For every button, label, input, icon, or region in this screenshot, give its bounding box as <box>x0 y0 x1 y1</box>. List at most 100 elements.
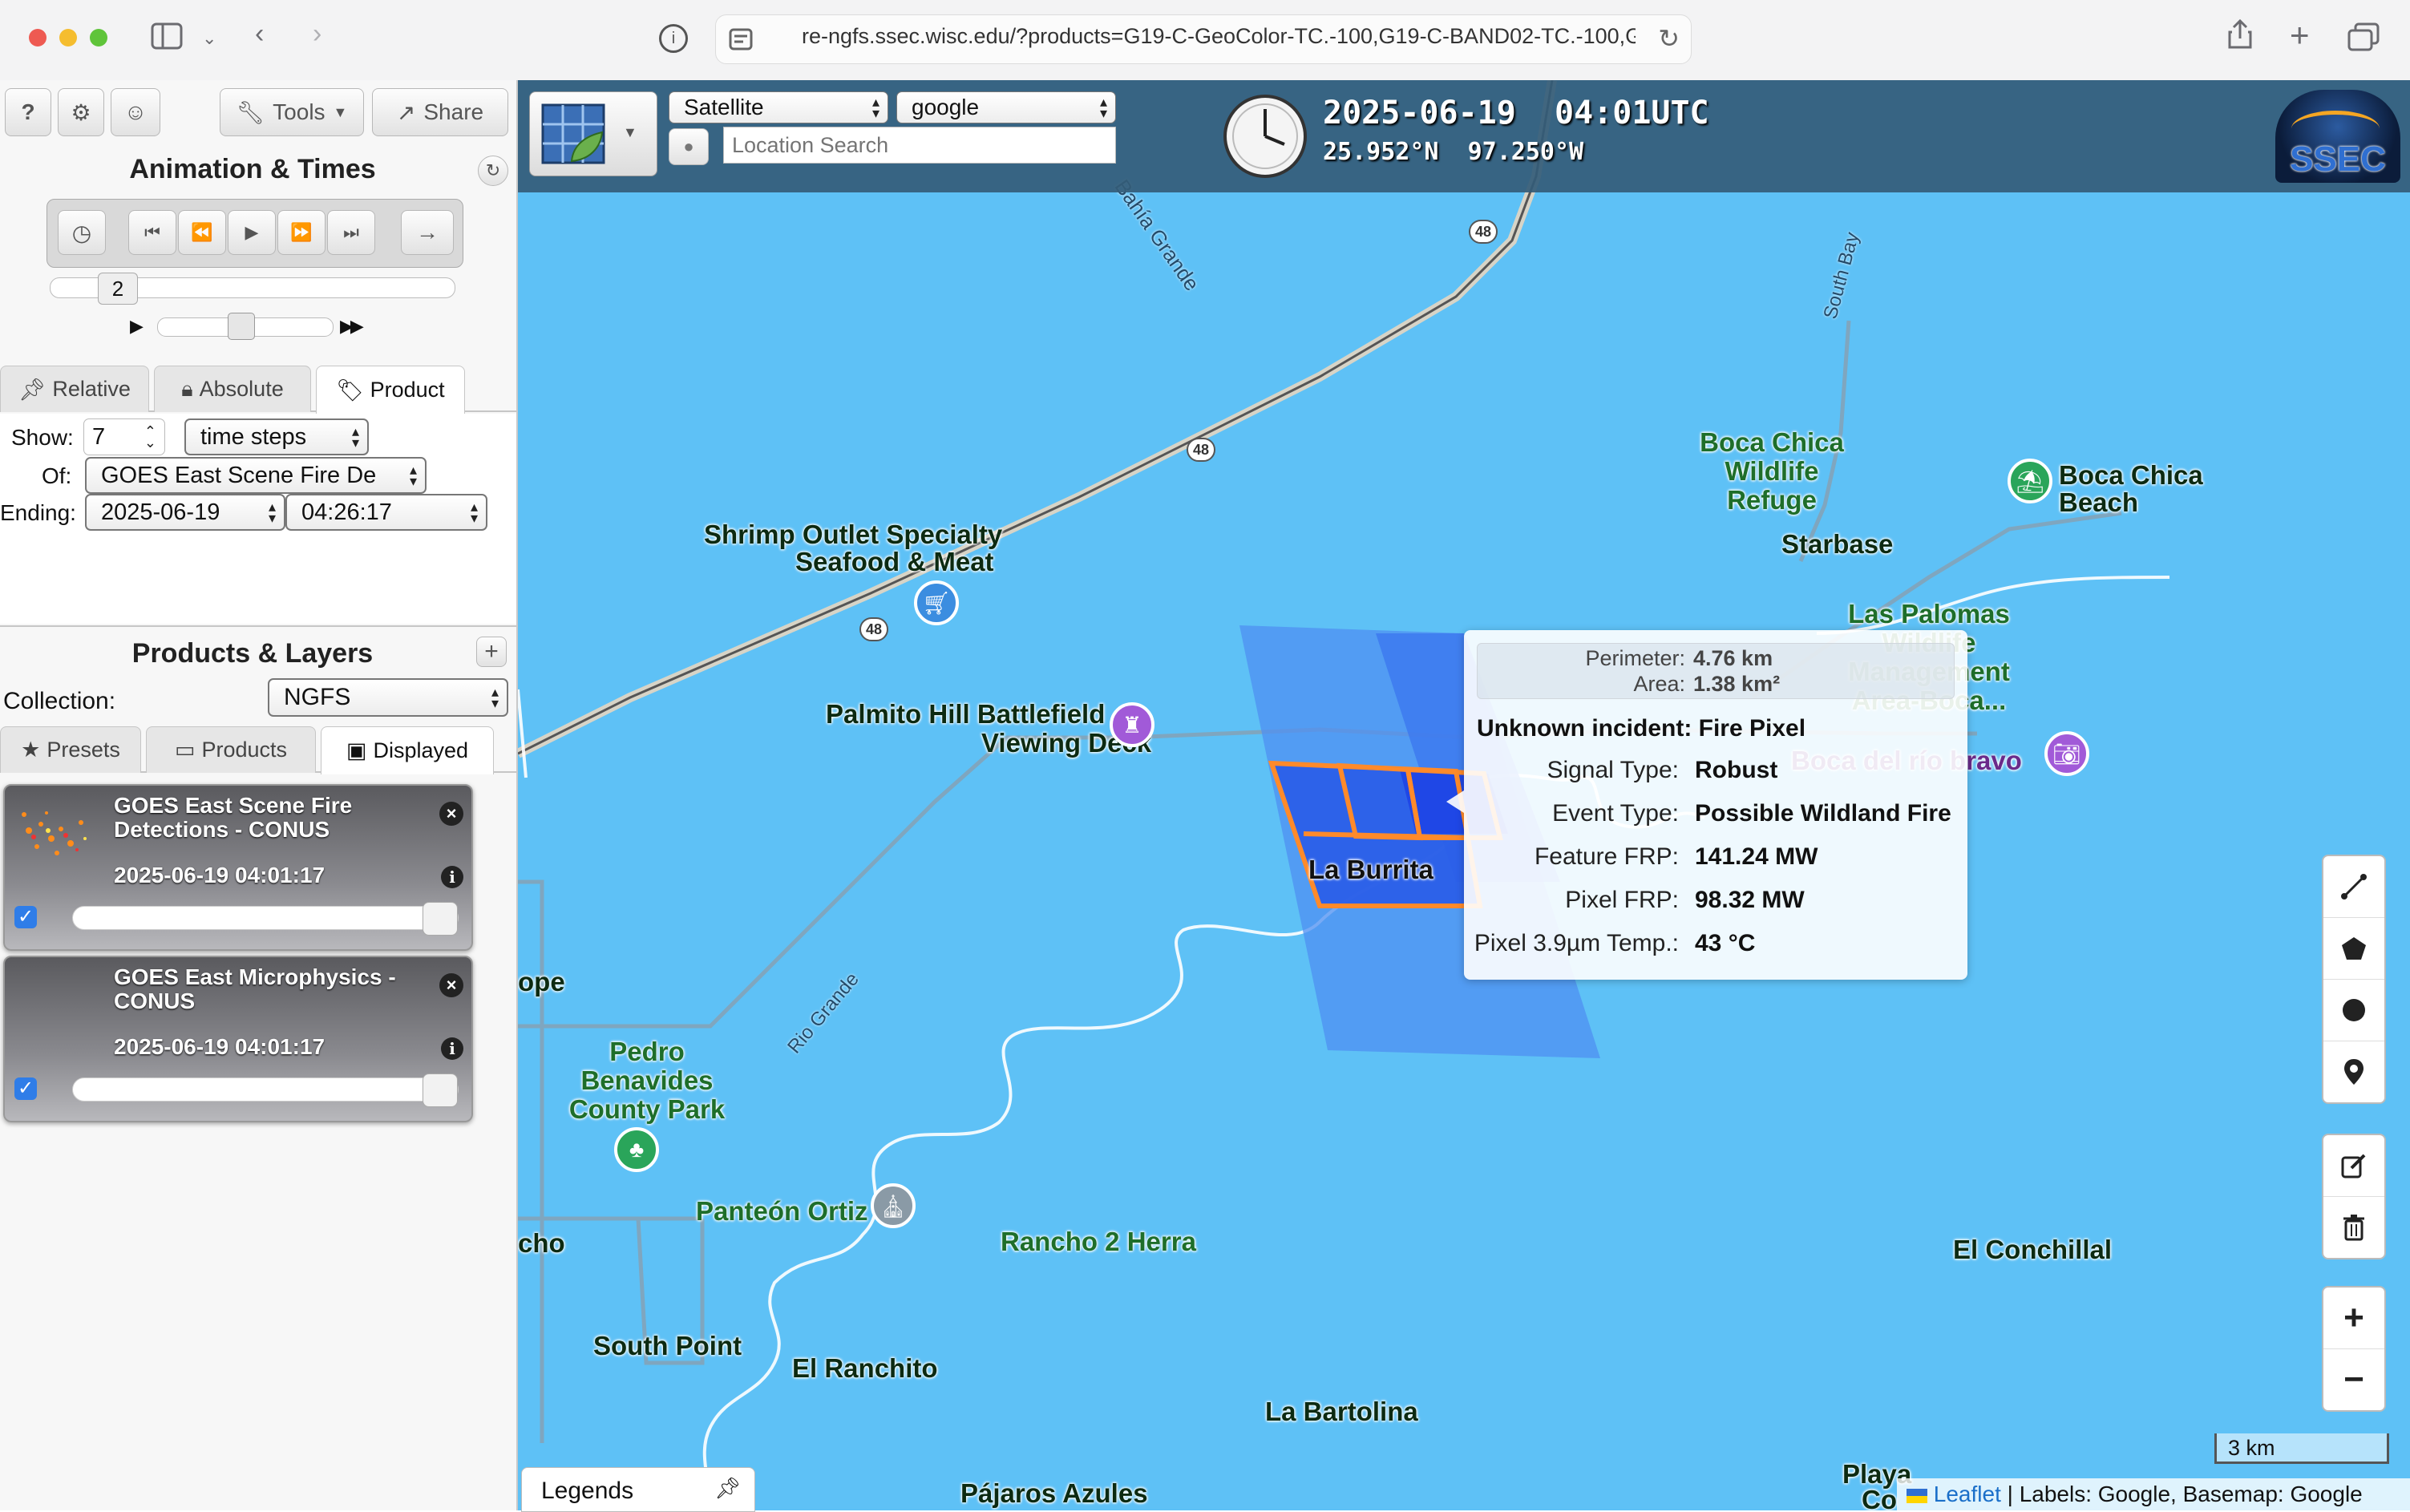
park-tree-icon[interactable]: ♣ <box>614 1127 659 1172</box>
show-count-stepper[interactable]: 7 ⌃ ⌄ <box>83 418 165 455</box>
select-arrows-icon: ▴ ▾ <box>470 499 478 526</box>
sidebar-toggle-icon[interactable] <box>151 22 183 57</box>
tab-absolute[interactable]: 🔒︎ Absolute <box>154 366 311 412</box>
fast-play-icon[interactable]: ▶▶ <box>340 316 364 337</box>
new-tab-icon[interactable]: + <box>2290 18 2310 52</box>
tab-products[interactable]: ▭ Products <box>146 726 316 773</box>
popup-row-value: Possible Wildland Fire <box>1695 800 1951 827</box>
tab-product[interactable]: 🏷︎ Product <box>316 366 465 414</box>
leaflet-link[interactable]: Leaflet <box>1934 1482 2001 1506</box>
layer-visible-checkbox[interactable]: ✓ <box>14 1077 37 1100</box>
first-frame-button[interactable]: ⏮ <box>128 210 176 255</box>
layer-card-microphysics[interactable]: GOES East Microphysics - CONUS × 2025-06… <box>3 956 473 1122</box>
close-window-button[interactable] <box>29 29 47 46</box>
trash-icon[interactable] <box>2323 1197 2384 1258</box>
zoom-out-button[interactable]: − <box>2323 1349 2384 1410</box>
tab-presets-label: Presets <box>47 738 120 762</box>
ssec-logo[interactable]: SSEC <box>2275 90 2400 183</box>
page-settings-icon[interactable] <box>729 28 753 51</box>
rewind-icon: ⏪ <box>191 222 213 242</box>
layer-visible-checkbox[interactable]: ✓ <box>14 906 37 928</box>
help-button[interactable]: ? <box>5 88 51 136</box>
perimeter-label: Perimeter: <box>1585 646 1685 670</box>
layer-opacity-slider[interactable] <box>72 902 459 936</box>
location-search-input[interactable] <box>723 127 1116 164</box>
step-forward-button[interactable]: ⏩ <box>277 210 326 255</box>
opacity-handle[interactable] <box>423 902 458 936</box>
clock-button[interactable]: ◷ <box>58 210 106 255</box>
popup-row-label: Pixel FRP: <box>1565 887 1679 913</box>
beach-icon[interactable]: ⛱ <box>2008 459 2052 503</box>
user-button[interactable]: ☺ <box>111 88 160 136</box>
map-label: cho <box>518 1228 565 1258</box>
forward-icon[interactable]: › <box>313 18 321 50</box>
clock-icon <box>1223 95 1307 178</box>
zoom-in-button[interactable]: + <box>2323 1288 2384 1349</box>
tab-presets[interactable]: ★ Presets <box>0 726 141 773</box>
privacy-icon[interactable]: i <box>659 24 688 53</box>
tab-overview-icon[interactable] <box>2347 22 2380 59</box>
shopping-cart-icon[interactable]: 🛒︎ <box>914 580 959 625</box>
labels-select[interactable]: google ▴ ▾ <box>896 91 1116 123</box>
tab-product-label: Product <box>370 378 445 402</box>
share-button[interactable]: ↗ Share <box>372 88 508 136</box>
frame-slider-handle[interactable]: 2 <box>98 273 138 305</box>
tools-button[interactable]: 🔧︎ Tools ▼ <box>220 88 364 136</box>
slow-play-icon[interactable]: ▶ <box>130 316 144 337</box>
map-label-line: Las Palomas <box>1848 599 2010 629</box>
remove-layer-button[interactable]: × <box>439 802 463 826</box>
product-select-value: GOES East Scene Fire De <box>101 462 377 488</box>
product-select[interactable]: GOES East Scene Fire De ▴ ▾ <box>85 457 427 494</box>
collection-select[interactable]: NGFS ▴ ▾ <box>268 678 508 717</box>
cemetery-icon[interactable]: ⛪︎ <box>871 1183 916 1228</box>
legends-label: Legends <box>541 1478 634 1504</box>
settings-button[interactable]: ⚙ <box>58 88 104 136</box>
share-icon[interactable] <box>2227 18 2253 57</box>
draw-circle-icon[interactable] <box>2323 980 2384 1041</box>
layer-card-fire[interactable]: GOES East Scene Fire Detections - CONUS … <box>3 784 473 951</box>
basemap-picker-button[interactable]: ▼ <box>529 91 657 176</box>
edit-toolbar <box>2322 1134 2386 1259</box>
legends-toggle[interactable]: Legends 📌︎ <box>521 1467 755 1512</box>
popup-row-value: 43 °C <box>1695 930 1756 956</box>
layer-opacity-slider[interactable] <box>72 1073 459 1107</box>
layer-info-button[interactable]: i <box>441 1037 463 1060</box>
collapse-button[interactable]: ↻ <box>478 156 508 186</box>
layer-info-button[interactable]: i <box>441 866 463 888</box>
popup-pointer <box>1446 790 1464 813</box>
add-product-button[interactable]: + <box>476 637 507 667</box>
ending-date-select[interactable]: 2025-06-19 ▴ ▾ <box>85 494 285 531</box>
basemap-select[interactable]: Satellite ▴ ▾ <box>669 91 888 123</box>
maximize-window-button[interactable] <box>90 29 107 46</box>
time-unit-select[interactable]: time steps ▴ ▾ <box>184 418 369 455</box>
draw-line-icon[interactable] <box>2323 856 2384 918</box>
last-frame-button[interactable]: ⏭ <box>327 210 375 255</box>
draw-polygon-icon[interactable] <box>2323 918 2384 980</box>
collection-value: NGFS <box>284 684 351 710</box>
reload-icon[interactable]: ↻ <box>1658 23 1680 54</box>
tools-label: Tools <box>273 99 326 124</box>
chevron-down-icon[interactable]: ⌄ <box>202 22 216 55</box>
edit-layers-icon[interactable] <box>2323 1135 2384 1197</box>
tab-displayed[interactable]: ▣ Displayed <box>321 726 494 774</box>
show-count-value: 7 <box>92 423 106 450</box>
remove-layer-button[interactable]: × <box>439 973 463 997</box>
popup-row-label: Event Type: <box>1552 800 1679 827</box>
opacity-handle[interactable] <box>423 1073 458 1107</box>
tab-relative[interactable]: 📌︎ Relative <box>0 366 149 412</box>
minimize-window-button[interactable] <box>59 29 77 46</box>
draw-marker-icon[interactable] <box>2323 1041 2384 1102</box>
locate-button[interactable]: ● <box>669 128 709 165</box>
step-back-button[interactable]: ⏪ <box>178 210 226 255</box>
jump-button[interactable]: → <box>401 210 454 255</box>
play-button[interactable]: ▶ <box>228 210 276 255</box>
popup-row: Pixel 3.9µm Temp.: 43 °C <box>1464 930 1967 962</box>
map-label: Pedro Benavides County Park <box>555 1037 739 1124</box>
tab-relative-label: Relative <box>52 377 131 401</box>
landmark-icon[interactable]: ♜ <box>1110 702 1154 747</box>
speed-slider-handle[interactable] <box>228 313 255 340</box>
ending-time-select[interactable]: 04:26:17 ▴ ▾ <box>285 494 487 531</box>
camera-icon[interactable]: 📷︎ <box>2044 731 2089 776</box>
fire-info-popup[interactable]: Perimeter: 4.76 km Area: 1.38 km² Unknow… <box>1446 630 1967 980</box>
back-icon[interactable]: ‹ <box>255 18 264 50</box>
